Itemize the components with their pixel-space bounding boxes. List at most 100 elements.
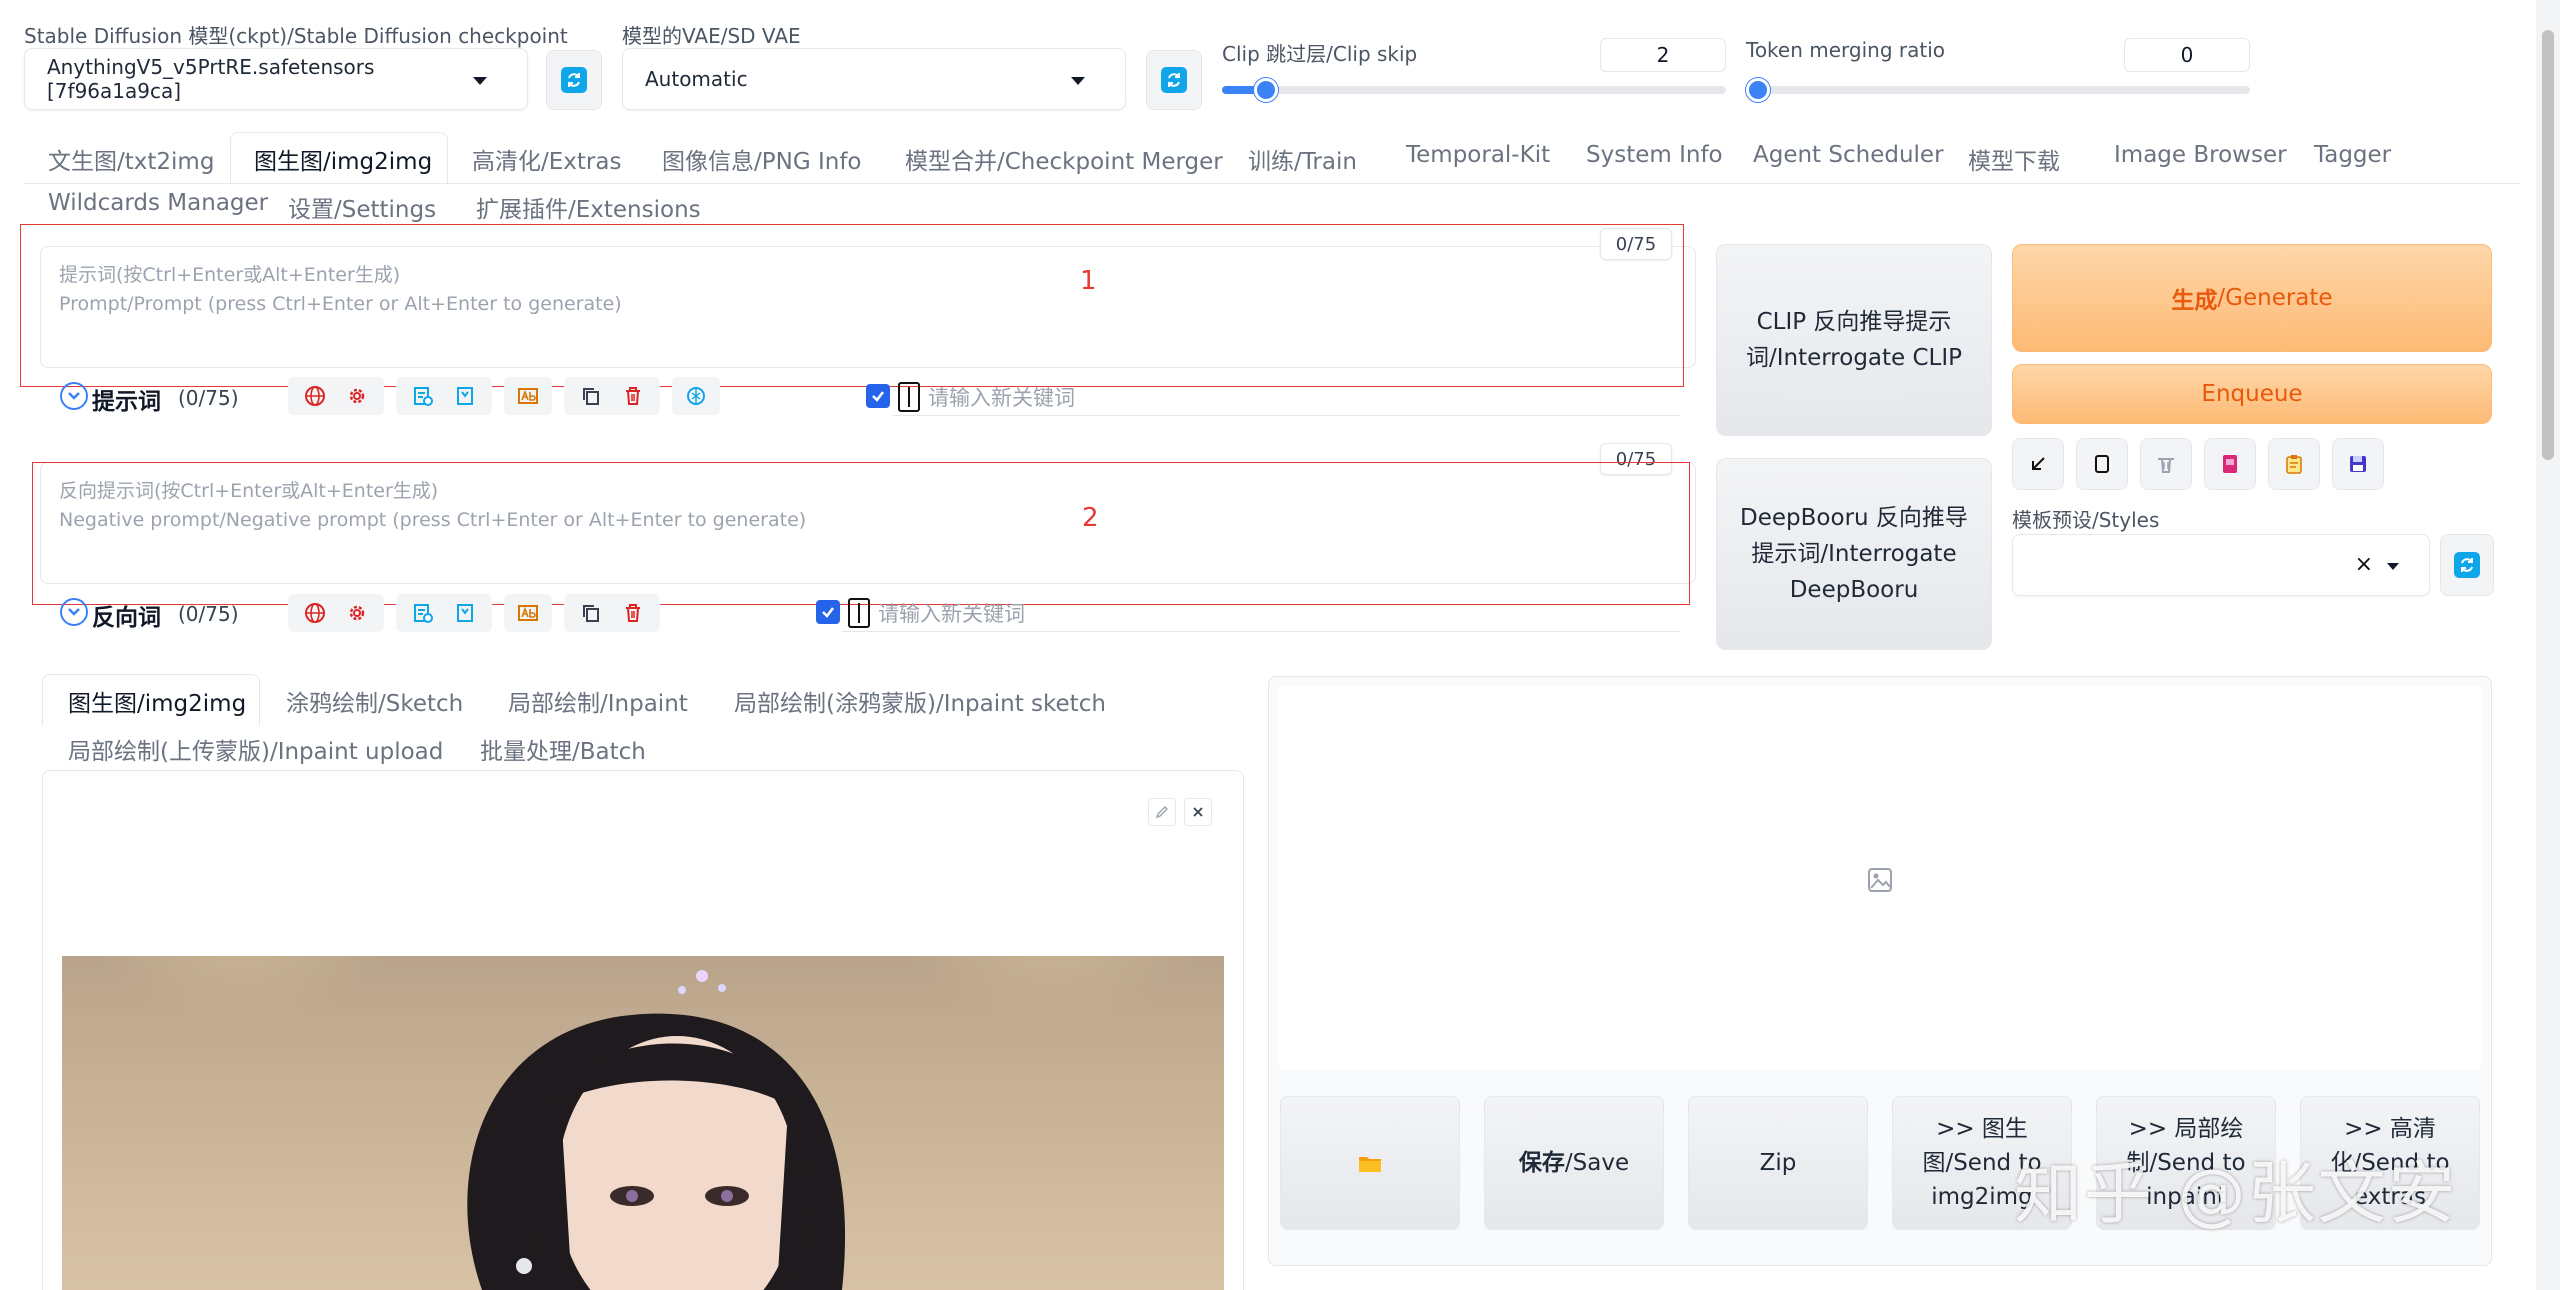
tab-extensions[interactable]: 扩展插件/Extensions bbox=[476, 190, 701, 224]
token-merging-slider[interactable] bbox=[1746, 78, 2250, 102]
copy-icon[interactable] bbox=[578, 383, 604, 409]
checkpoint-value: AnythingV5_v5PrtRE.safetensors [7f96a1a9… bbox=[47, 55, 375, 103]
annotation-label-1: 1 bbox=[1080, 266, 1097, 296]
apply-style-button[interactable] bbox=[2268, 438, 2320, 490]
copy-icon[interactable] bbox=[578, 600, 604, 626]
ab-format-icon[interactable] bbox=[515, 383, 541, 409]
subtab-inpaint-sketch[interactable]: 局部绘制(涂鸦蒙版)/Inpaint sketch bbox=[734, 684, 1106, 718]
history-list-icon[interactable] bbox=[410, 600, 436, 626]
refresh-icon bbox=[561, 67, 587, 93]
open-folder-button[interactable] bbox=[1280, 1096, 1460, 1230]
scrollbar-thumb[interactable] bbox=[2542, 30, 2554, 460]
tab-system-info[interactable]: System Info bbox=[1586, 142, 1723, 168]
save-button[interactable]: 保存/Save bbox=[1484, 1096, 1664, 1230]
checkpoint-dropdown[interactable]: AnythingV5_v5PrtRE.safetensors [7f96a1a9… bbox=[24, 48, 528, 110]
clear-icon[interactable]: × bbox=[2355, 552, 2373, 577]
interrogate-clip-button[interactable]: CLIP 反向推导提示 词/Interrogate CLIP bbox=[1716, 244, 1992, 436]
bookmark-icon[interactable] bbox=[452, 383, 478, 409]
subtab-sketch[interactable]: 涂鸦绘制/Sketch bbox=[286, 684, 463, 718]
subtab-batch[interactable]: 批量处理/Batch bbox=[480, 732, 646, 766]
prompt-tool-group-5 bbox=[672, 377, 720, 415]
tab-settings[interactable]: 设置/Settings bbox=[288, 190, 436, 224]
negative-keyword-checkbox[interactable] bbox=[816, 600, 840, 624]
token-merging-thumb[interactable] bbox=[1746, 78, 1770, 102]
bookmark-icon[interactable] bbox=[452, 600, 478, 626]
tab-train[interactable]: 训练/Train bbox=[1248, 142, 1357, 176]
clip-skip-input[interactable]: 2 bbox=[1600, 38, 1726, 72]
interrogate-clip-line1: CLIP 反向推导提示 bbox=[1756, 309, 1952, 335]
tab-checkpoint-merger[interactable]: 模型合并/Checkpoint Merger bbox=[905, 142, 1223, 176]
refresh-styles-button[interactable] bbox=[2440, 534, 2494, 596]
tab-temporal-kit[interactable]: Temporal-Kit bbox=[1406, 142, 1550, 168]
image-placeholder-icon bbox=[1866, 866, 1894, 898]
clip-skip-label: Clip 跳过层/Clip skip bbox=[1222, 42, 1418, 66]
save-label-bold: 保存 bbox=[1518, 1150, 1565, 1176]
page-scrollbar[interactable] bbox=[2536, 0, 2560, 1290]
collapse-chevron-icon[interactable] bbox=[60, 598, 88, 626]
trash-icon[interactable] bbox=[620, 383, 646, 409]
generate-button[interactable]: 生成/Generate bbox=[2012, 244, 2492, 352]
enqueue-button[interactable]: Enqueue bbox=[2012, 364, 2492, 424]
tab-agent-scheduler[interactable]: Agent Scheduler bbox=[1753, 142, 1944, 168]
arrow-down-left-icon bbox=[2032, 457, 2045, 470]
tab-img2img[interactable]: 图生图/img2img bbox=[254, 142, 432, 176]
refresh-icon bbox=[2454, 552, 2480, 578]
tab-png-info[interactable]: 图像信息/PNG Info bbox=[662, 142, 862, 176]
close-icon[interactable] bbox=[1184, 798, 1212, 826]
tab-wildcards-manager[interactable]: Wildcards Manager bbox=[48, 190, 268, 216]
negative-toolbar-label: 反向词 bbox=[92, 605, 161, 631]
history-list-icon[interactable] bbox=[410, 383, 436, 409]
subtab-img2img[interactable]: 图生图/img2img bbox=[68, 684, 246, 718]
save-style-button[interactable] bbox=[2332, 438, 2384, 490]
refresh-vae-button[interactable] bbox=[1146, 50, 1202, 110]
annotation-box-1 bbox=[20, 224, 1684, 387]
generate-label-bold: 生成 bbox=[2171, 288, 2218, 314]
styles-dropdown[interactable]: × bbox=[2012, 534, 2430, 596]
ab-format-icon[interactable] bbox=[515, 600, 541, 626]
watermark-text: 知乎 @张文安 bbox=[2014, 1155, 2458, 1234]
tab-txt2img[interactable]: 文生图/txt2img bbox=[48, 142, 214, 176]
translate-globe-icon[interactable] bbox=[302, 383, 328, 409]
interrogate-deepbooru-line3: DeepBooru bbox=[1789, 577, 1919, 603]
gear-icon[interactable] bbox=[344, 383, 370, 409]
negative-keyword-input[interactable]: 请输入新关键词 bbox=[842, 594, 1680, 632]
prompt-tool-group-2 bbox=[396, 377, 492, 415]
input-portrait-image bbox=[62, 956, 1224, 1290]
token-merging-input[interactable]: 0 bbox=[2124, 38, 2250, 72]
edit-pencil-icon[interactable] bbox=[1148, 798, 1176, 826]
trash-icon bbox=[2158, 458, 2174, 473]
clip-skip-slider[interactable] bbox=[1222, 78, 1726, 102]
tab-model-download[interactable]: 模型下载 bbox=[1968, 142, 2060, 176]
zip-button[interactable]: Zip bbox=[1688, 1096, 1868, 1230]
collapse-chevron-icon[interactable] bbox=[60, 382, 88, 410]
gear-icon[interactable] bbox=[344, 600, 370, 626]
trash-icon[interactable] bbox=[620, 600, 646, 626]
interrogate-deepbooru-line1: DeepBooru 反向推导 bbox=[1740, 505, 1968, 531]
vae-label: 模型的VAE/SD VAE bbox=[622, 24, 801, 48]
clip-skip-thumb[interactable] bbox=[1254, 78, 1278, 102]
subtab-inpaint[interactable]: 局部绘制/Inpaint bbox=[508, 684, 688, 718]
extra-networks-button[interactable] bbox=[2204, 438, 2256, 490]
interrogate-deepbooru-button[interactable]: DeepBooru 反向推导 提示词/Interrogate DeepBooru bbox=[1716, 458, 1992, 650]
openai-icon[interactable] bbox=[683, 383, 709, 409]
prompt-tool-group-3 bbox=[504, 377, 552, 415]
read-params-button[interactable] bbox=[2012, 438, 2064, 490]
styles-label: 模板预设/Styles bbox=[2012, 508, 2160, 532]
tab-tagger[interactable]: Tagger bbox=[2314, 142, 2391, 168]
subtab-inpaint-upload[interactable]: 局部绘制(上传蒙版)/Inpaint upload bbox=[68, 732, 443, 766]
prompt-keyword-input[interactable]: 请输入新关键词 bbox=[892, 378, 1680, 416]
clipboard-icon bbox=[2286, 455, 2302, 474]
clear-prompt-button[interactable] bbox=[2140, 438, 2192, 490]
vae-dropdown[interactable]: Automatic bbox=[622, 48, 1126, 110]
prompt-toolbar-label: 提示词 bbox=[92, 389, 161, 415]
interrogate-deepbooru-line2: 提示词/Interrogate bbox=[1751, 541, 1957, 567]
paste-params-button[interactable] bbox=[2076, 438, 2128, 490]
text-cursor-icon bbox=[848, 597, 870, 628]
prompt-tool-group-1 bbox=[288, 377, 384, 415]
translate-globe-icon[interactable] bbox=[302, 600, 328, 626]
refresh-checkpoint-button[interactable] bbox=[546, 50, 602, 110]
prompt-keyword-checkbox[interactable] bbox=[866, 384, 890, 408]
tab-extras[interactable]: 高清化/Extras bbox=[472, 142, 621, 176]
negative-tool-group-2 bbox=[396, 594, 492, 632]
tab-image-browser[interactable]: Image Browser bbox=[2114, 142, 2287, 168]
